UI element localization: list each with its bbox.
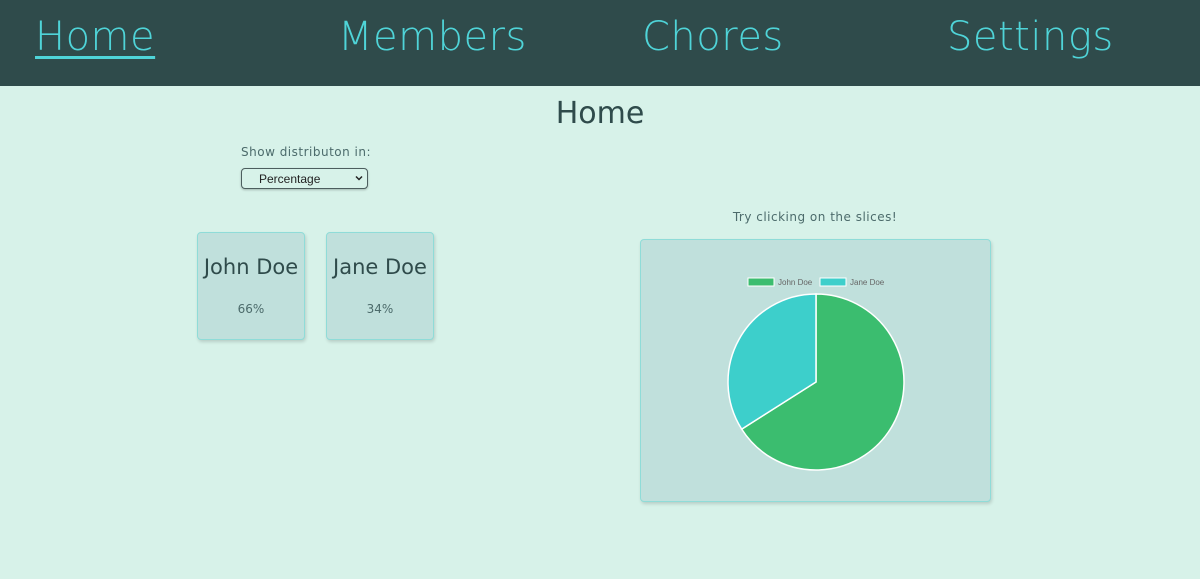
legend-swatch[interactable] bbox=[747, 277, 775, 287]
member-share: 34% bbox=[366, 302, 394, 316]
legend-label[interactable]: Jane Doe bbox=[850, 278, 885, 287]
member-card[interactable]: Jane Doe 34% bbox=[326, 232, 434, 340]
legend-swatch[interactable] bbox=[819, 277, 847, 287]
chart-hint: Try clicking on the slices! bbox=[732, 210, 898, 224]
page-title: Home bbox=[555, 96, 645, 131]
pie-chart-panel: John Doe Jane Doe bbox=[640, 239, 991, 502]
distribution-label: Show distributon in: bbox=[241, 145, 372, 159]
nav-members-link[interactable]: Members bbox=[338, 14, 527, 60]
nav-home-link[interactable]: Home bbox=[35, 14, 155, 60]
member-share: 66% bbox=[237, 302, 265, 316]
legend-label[interactable]: John Doe bbox=[778, 278, 813, 287]
member-name: Jane Doe bbox=[333, 255, 427, 279]
member-name: John Doe bbox=[203, 255, 299, 279]
pie-chart[interactable]: John Doe Jane Doe bbox=[641, 240, 992, 503]
nav-chores-link[interactable]: Chores bbox=[642, 14, 784, 60]
distribution-select-value: Percentage bbox=[259, 172, 321, 186]
nav-settings-link[interactable]: Settings bbox=[947, 14, 1114, 60]
member-card[interactable]: John Doe 66% bbox=[197, 232, 305, 340]
chevron-down-icon bbox=[355, 175, 363, 181]
distribution-select[interactable]: Percentage bbox=[241, 168, 368, 189]
top-navbar: Home Members Chores Settings bbox=[0, 0, 1200, 86]
